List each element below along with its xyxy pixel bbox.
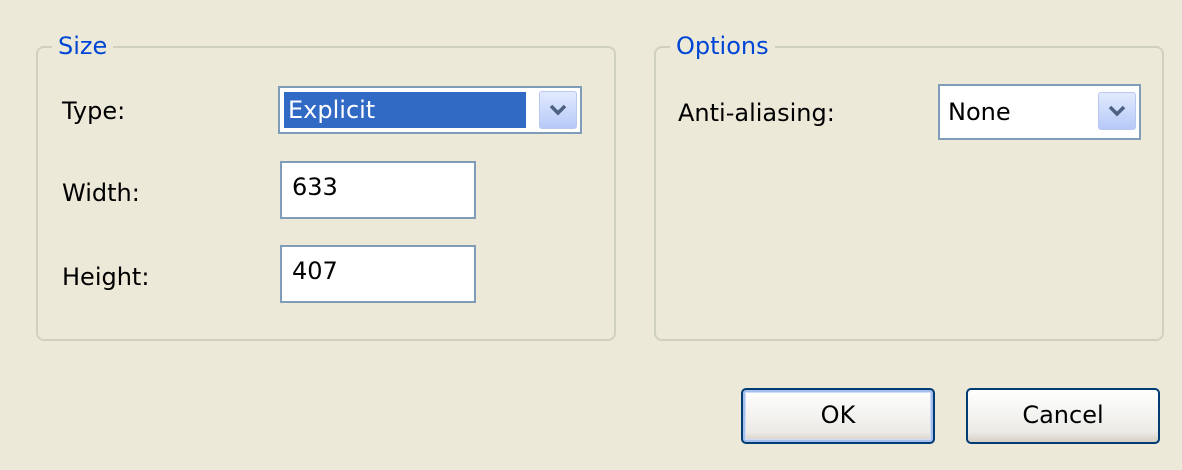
antialiasing-dropdown-value: None: [948, 98, 1011, 126]
antialiasing-dropdown[interactable]: None: [938, 84, 1141, 140]
height-label: Height:: [62, 263, 150, 291]
height-field[interactable]: 407: [280, 245, 476, 303]
type-dropdown[interactable]: Explicit: [278, 86, 582, 134]
type-dropdown-value: Explicit: [284, 92, 526, 128]
ok-button[interactable]: OK: [741, 388, 935, 444]
width-field[interactable]: 633: [280, 161, 476, 219]
width-label: Width:: [62, 179, 140, 207]
type-dropdown-button[interactable]: [539, 91, 577, 129]
options-group-title: Options: [670, 30, 775, 62]
type-label: Type:: [62, 97, 126, 125]
antialiasing-label: Anti-aliasing:: [678, 99, 835, 127]
chevron-down-icon: [549, 104, 567, 116]
chevron-down-icon: [1108, 105, 1126, 117]
antialiasing-dropdown-button[interactable]: [1098, 92, 1136, 130]
size-group-title: Size: [52, 30, 114, 62]
cancel-button[interactable]: Cancel: [966, 388, 1160, 444]
